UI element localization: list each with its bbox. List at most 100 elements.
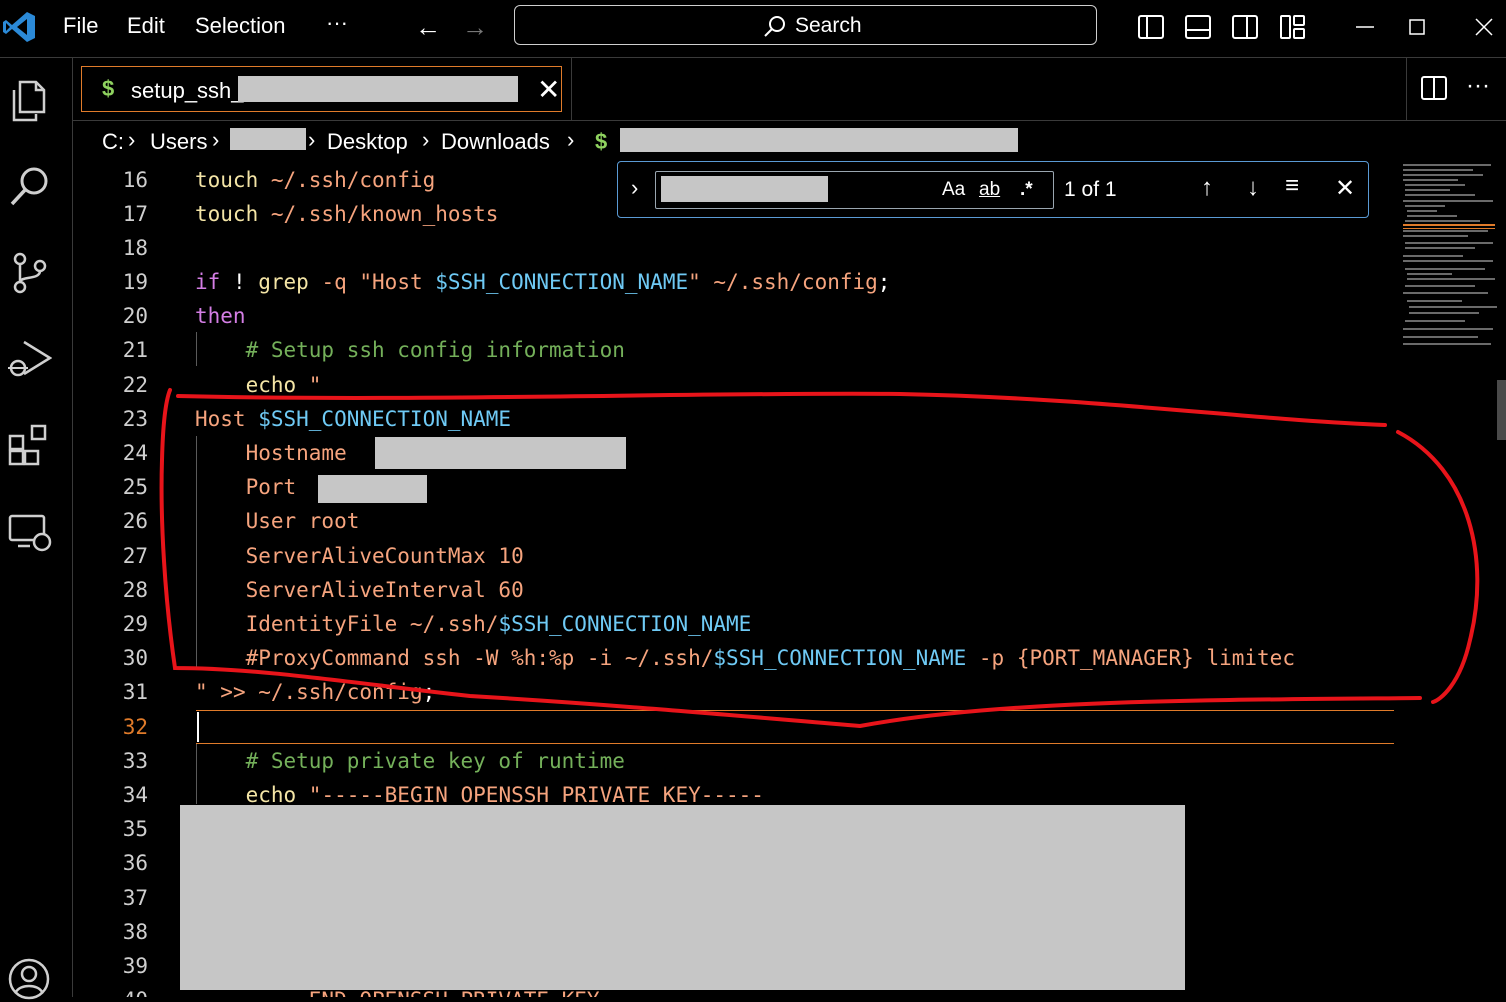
scrollbar-thumb[interactable] — [1497, 380, 1506, 440]
line-number: 18 — [122, 236, 148, 260]
line-number: 17 — [122, 202, 148, 226]
menu-selection[interactable]: Selection — [195, 13, 286, 39]
breadcrumb-users[interactable]: Users — [150, 129, 207, 155]
match-case-icon[interactable]: Aa — [942, 179, 965, 201]
line-number: 39 — [122, 954, 148, 978]
code-line: User root — [195, 509, 360, 533]
extensions-icon[interactable] — [6, 422, 52, 468]
remote-explorer-icon[interactable] — [6, 510, 52, 556]
activity-bar — [0, 58, 73, 1000]
current-line-highlight — [196, 710, 1394, 744]
line-number: 38 — [122, 920, 148, 944]
code-line: # Setup ssh config information — [195, 338, 625, 362]
line-number: 34 — [122, 783, 148, 807]
line-number: 22 — [122, 373, 148, 397]
code-line: touch ~/.ssh/config — [195, 168, 436, 192]
redaction — [661, 176, 828, 202]
split-editor-icon[interactable] — [1421, 75, 1447, 101]
minimap[interactable] — [1401, 160, 1497, 350]
line-number: 36 — [122, 851, 148, 875]
source-control-icon[interactable] — [6, 250, 52, 296]
use-regex-icon[interactable]: .* — [1020, 179, 1033, 201]
code-line: # Setup private key of runtime — [195, 749, 625, 773]
search-label: Search — [795, 14, 862, 37]
line-number: 35 — [122, 817, 148, 841]
redaction — [180, 805, 1185, 990]
tab-label: setup_ssh_ — [131, 78, 244, 103]
more-actions-icon[interactable]: ··· — [1466, 72, 1490, 100]
redaction — [230, 128, 306, 150]
line-number: 29 — [122, 612, 148, 636]
menu-file[interactable]: File — [63, 13, 98, 39]
menu-edit[interactable]: Edit — [127, 13, 165, 39]
toggle-panel-icon[interactable] — [1185, 14, 1211, 40]
code-line: ServerAliveCountMax 10 — [195, 544, 524, 568]
close-window-icon[interactable] — [1475, 18, 1493, 36]
line-number: 23 — [122, 407, 148, 431]
menu-more[interactable]: ··· — [326, 10, 348, 36]
code-line: #ProxyCommand ssh -W %h:%p -i ~/.ssh/$SS… — [195, 646, 1295, 670]
line-number: 20 — [122, 304, 148, 328]
line-number: 25 — [122, 475, 148, 499]
chevron-right-icon: › — [212, 127, 220, 152]
redaction — [375, 437, 626, 469]
divider — [1406, 58, 1407, 120]
customize-layout-icon[interactable] — [1280, 14, 1306, 40]
toggle-primary-sidebar-icon[interactable] — [1138, 14, 1164, 40]
back-arrow-icon[interactable]: ← — [415, 12, 441, 43]
maximize-icon[interactable] — [1409, 19, 1426, 36]
breadcrumb-desktop[interactable]: Desktop — [327, 129, 408, 155]
find-in-selection-icon[interactable]: ≡ — [1285, 172, 1299, 200]
divider — [571, 58, 572, 120]
explorer-icon[interactable] — [6, 78, 52, 124]
shell-file-icon: $ — [102, 76, 115, 101]
run-debug-icon[interactable] — [6, 336, 52, 382]
text-cursor — [197, 712, 199, 742]
breadcrumb-drive[interactable]: C: — [102, 129, 124, 155]
code-line: " >> ~/.ssh/config; — [195, 680, 436, 704]
toggle-secondary-sidebar-icon[interactable] — [1232, 14, 1258, 40]
find-input[interactable]: Aa ab .* — [655, 171, 1054, 209]
line-number: 27 — [122, 544, 148, 568]
close-find-icon[interactable]: ✕ — [1335, 174, 1355, 203]
line-number: 28 — [122, 578, 148, 602]
redaction — [238, 76, 518, 102]
line-number: 37 — [122, 886, 148, 910]
tab-setup-ssh[interactable]: $ setup_ssh_ ✕ — [81, 66, 562, 112]
chevron-right-icon: › — [567, 127, 575, 152]
line-number: 21 — [122, 338, 148, 362]
code-line: Hostname — [195, 441, 347, 465]
account-icon[interactable] — [6, 956, 52, 1002]
match-count: 1 of 1 — [1064, 178, 1117, 201]
line-number: 19 — [122, 270, 148, 294]
forward-arrow-icon[interactable]: → — [462, 12, 488, 43]
line-number: 40 — [73, 988, 148, 997]
code-line: IdentityFile ~/.ssh/$SSH_CONNECTION_NAME — [195, 612, 752, 636]
breadcrumb-downloads[interactable]: Downloads — [441, 129, 550, 155]
previous-match-icon[interactable]: ↑ — [1201, 174, 1213, 202]
vscode-logo-icon — [3, 12, 35, 42]
editor-tabs: $ setup_ssh_ ✕ ··· — [73, 58, 1506, 121]
match-whole-word-icon[interactable]: ab — [979, 179, 1000, 201]
redaction — [620, 128, 1018, 152]
shell-file-icon: $ — [595, 129, 608, 154]
code-editor[interactable]: 16 17 18 19 20 21 22 23 24 25 26 27 28 2… — [73, 160, 1506, 997]
next-match-icon[interactable]: ↓ — [1247, 174, 1259, 202]
vertical-scrollbar[interactable] — [1497, 160, 1506, 997]
minimize-icon[interactable] — [1356, 26, 1376, 30]
find-widget: › Aa ab .* 1 of 1 ↑ ↓ ≡ ✕ — [617, 161, 1369, 218]
line-number: 26 — [122, 509, 148, 533]
search-icon — [764, 16, 785, 37]
breadcrumb: C: › Users › › Desktop › Downloads › $ — [73, 121, 1506, 159]
command-center-search[interactable]: Search — [514, 5, 1097, 45]
line-number: 16 — [122, 168, 148, 192]
tab-close-icon[interactable]: ✕ — [537, 73, 560, 106]
code-line: if ! grep -q "Host $SSH_CONNECTION_NAME"… — [195, 270, 891, 294]
chevron-right-icon: › — [422, 127, 430, 152]
toggle-replace-icon[interactable]: › — [631, 175, 638, 201]
line-number: 24 — [122, 441, 148, 465]
search-view-icon[interactable] — [6, 164, 52, 210]
code-line: Host $SSH_CONNECTION_NAME — [195, 407, 512, 431]
code-line: echo "-----BEGIN OPENSSH PRIVATE KEY----… — [245, 783, 764, 807]
line-number: 33 — [122, 749, 148, 773]
